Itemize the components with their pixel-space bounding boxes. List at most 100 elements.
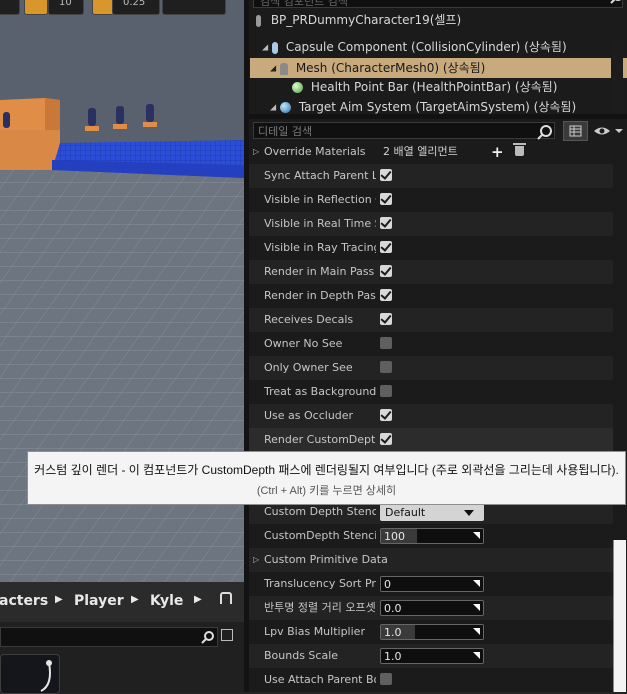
property-name: Sync Attach Parent LOD — [264, 169, 376, 182]
search-icon — [537, 125, 552, 140]
component-health-bar[interactable]: Health Point Bar (HealthPointBar) (상속됨) — [250, 77, 627, 97]
viewport-toolbar-left[interactable] — [0, 0, 20, 15]
field-value: 1.0 — [384, 626, 402, 639]
content-search-input[interactable] — [0, 627, 218, 647]
property-row[interactable]: Lpv Bias Multiplier 1.0 — [249, 620, 613, 644]
field-value: 100 — [384, 530, 405, 543]
scale-snap-toggle[interactable] — [92, 0, 114, 15]
collapse-arrow-icon[interactable]: ◢ — [270, 64, 276, 73]
property-row[interactable]: Only Owner See — [249, 356, 613, 380]
check-icon — [380, 192, 392, 204]
property-name: Translucency Sort Priority — [264, 577, 376, 590]
property-row[interactable]: Render in Depth Pass — [249, 284, 613, 308]
tree-scrollbar[interactable] — [611, 38, 623, 114]
mesh-icon — [279, 62, 288, 75]
details-scrollbar[interactable] — [613, 540, 626, 692]
add-element-icon[interactable]: + — [491, 143, 504, 161]
field-value: 0.0 — [384, 602, 402, 615]
property-checkbox[interactable] — [380, 361, 392, 373]
expand-arrow-icon[interactable]: ▷ — [253, 555, 259, 564]
camera-speed-button[interactable] — [162, 0, 226, 15]
save-icon[interactable] — [221, 629, 233, 641]
property-checkbox[interactable] — [380, 337, 392, 349]
property-row[interactable]: Use as Occluder — [249, 404, 613, 428]
chevron-right-icon[interactable]: ▶ — [55, 594, 63, 605]
property-row[interactable]: Bounds Scale 1.0 — [249, 644, 613, 668]
breadcrumb-item[interactable]: Kyle — [150, 593, 183, 609]
property-row[interactable]: Sync Attach Parent LOD — [249, 164, 613, 188]
breadcrumb-item[interactable]: Player — [74, 593, 124, 609]
scale-snap-value[interactable]: 0.25 — [112, 0, 160, 15]
property-row[interactable]: Translucency Sort Priority 0 — [249, 572, 613, 596]
property-checkbox[interactable] — [380, 288, 392, 301]
property-checkbox[interactable] — [380, 432, 392, 445]
asset-thumbnail[interactable] — [0, 654, 60, 694]
property-number-field[interactable]: 1.0 — [380, 648, 484, 664]
tooltip-hint: (Ctrl + Alt) 키를 누르면 상세히 — [256, 485, 397, 497]
property-checkbox[interactable] — [380, 240, 392, 253]
property-name: Render in Depth Pass — [264, 289, 376, 302]
property-row[interactable]: Owner No See — [249, 332, 613, 356]
property-name: Render CustomDepth Pass — [264, 433, 376, 446]
property-checkbox[interactable] — [380, 673, 392, 685]
chevron-right-icon[interactable]: ▶ — [131, 594, 139, 605]
property-number-field[interactable]: 0.0 — [380, 600, 484, 616]
panel-divider[interactable] — [249, 114, 627, 119]
resize-corner-icon — [473, 580, 480, 587]
property-dropdown[interactable]: Default — [380, 504, 484, 521]
lock-icon[interactable] — [220, 592, 232, 604]
property-row[interactable]: Use Attach Parent Bound — [249, 668, 613, 692]
property-row[interactable]: ▷ Custom Primitive Data — [249, 548, 613, 572]
property-row[interactable]: Visible in Real Time Sky Captures — [249, 212, 613, 236]
component-tree-root[interactable]: BP_PRDummyCharacter19(셀프) — [250, 10, 616, 30]
expand-arrow-icon[interactable]: ▷ — [253, 147, 259, 156]
collapse-arrow-icon[interactable]: ◢ — [270, 103, 276, 112]
property-row[interactable]: Visible in Ray Tracing — [249, 236, 613, 260]
property-row[interactable]: Render in Main Pass — [249, 260, 613, 284]
property-row[interactable]: ▷ Override Materials 2 배열 엘리먼트 + — [249, 140, 613, 164]
grid-icon — [569, 125, 582, 137]
component-label: Target Aim System (TargetAimSystem) (상속됨… — [298, 100, 577, 114]
property-row[interactable]: Treat as Background for Occlusion — [249, 380, 613, 404]
property-checkbox[interactable] — [380, 216, 392, 229]
component-search-input[interactable]: 검색 컴포넌트 검색 — [253, 0, 623, 8]
property-checkbox[interactable] — [380, 385, 392, 397]
snap-toggle-button[interactable] — [24, 0, 48, 15]
property-name: Only Owner See — [264, 361, 353, 374]
property-checkbox[interactable] — [380, 192, 392, 205]
check-icon — [380, 216, 392, 228]
tooltip-text: 커스텀 깊이 렌더 - 이 컴포넌트가 CustomDepth 패스에 렌더링될… — [34, 463, 619, 477]
property-number-field[interactable]: 0 — [380, 576, 484, 592]
field-value: 1.0 — [384, 650, 402, 663]
property-row[interactable]: Visible in Reflection Captures — [249, 188, 613, 212]
trash-icon[interactable] — [513, 143, 526, 156]
property-row[interactable]: Render CustomDepth Pass — [249, 428, 613, 452]
component-search-placeholder: 검색 컴포넌트 검색 — [260, 0, 348, 8]
collapse-arrow-icon[interactable]: ◢ — [262, 43, 268, 52]
property-checkbox[interactable] — [380, 312, 392, 325]
chevron-right-icon[interactable]: ▶ — [194, 594, 202, 605]
property-slider[interactable]: 100 — [380, 528, 484, 544]
property-name: Receives Decals — [264, 313, 354, 326]
property-row[interactable]: Receives Decals — [249, 308, 613, 332]
property-matrix-button[interactable] — [563, 121, 588, 141]
property-row[interactable]: 반투명 정렬 거리 오프셋 0.0 — [249, 596, 613, 620]
eye-icon[interactable] — [593, 123, 623, 139]
property-checkbox[interactable] — [380, 168, 392, 181]
property-slider[interactable]: 1.0 — [380, 624, 484, 640]
content-browser: acters ▶ Player ▶ Kyle ▶ — [0, 582, 244, 694]
component-mesh[interactable]: ◢ Mesh (CharacterMesh0) (상속됨) — [250, 58, 627, 78]
component-label: Health Point Bar (HealthPointBar) (상속됨) — [310, 80, 558, 94]
property-checkbox[interactable] — [380, 264, 392, 277]
grid-snap-value[interactable]: 10 — [48, 0, 84, 15]
details-search-input[interactable]: 디테일 검색 — [253, 122, 555, 139]
breadcrumb-item[interactable]: acters — [0, 593, 48, 609]
property-name: Use Attach Parent Bound — [264, 673, 376, 686]
property-checkbox[interactable] — [380, 408, 392, 421]
property-name: Owner No See — [264, 337, 343, 350]
field-value: 0 — [384, 578, 391, 591]
property-name: Use as Occluder — [264, 409, 354, 422]
property-row[interactable]: CustomDepth Stencil Value 100 — [249, 524, 613, 548]
widget-icon — [292, 82, 303, 93]
component-capsule[interactable]: ◢ Capsule Component (CollisionCylinder) … — [250, 37, 622, 57]
